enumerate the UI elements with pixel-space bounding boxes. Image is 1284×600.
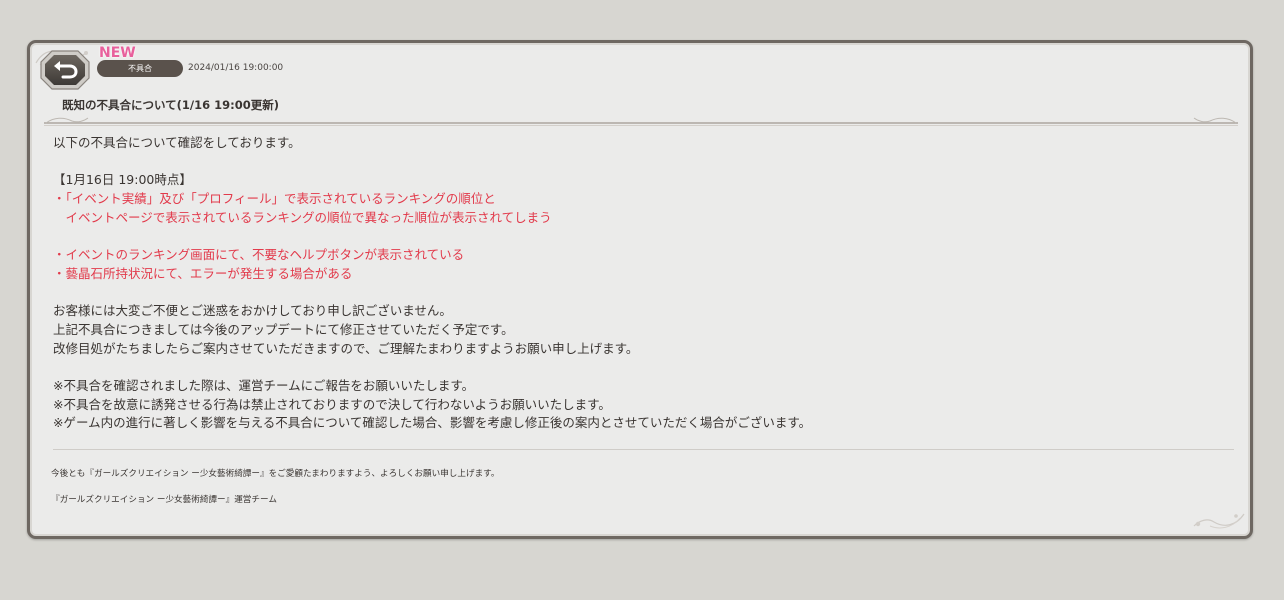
notice-body-line: ※ゲーム内の進行に著しく影響を与える不具合について確認した場合、影響を考慮し修正… [53, 415, 812, 431]
notice-body-line: 上記不具合につきましては今後のアップデートにて修正させていただく予定です。 [53, 321, 514, 337]
back-button[interactable] [39, 49, 91, 91]
notice-body-line: ※不具合を確認されました際は、運営チームにご報告をお願いいたします。 [53, 377, 475, 393]
notice-body-line: ・「イベント実績」及び「プロフィール」で表示されているランキングの順位と [53, 191, 496, 207]
back-arrow-icon [40, 50, 90, 90]
notice-body-line [53, 284, 1233, 303]
new-badge: NEW [99, 45, 136, 61]
notice-body-line [53, 153, 1233, 172]
post-timestamp: 2024/01/16 19:00:00 [188, 63, 284, 73]
corner-ornament-bottom-right [1193, 513, 1245, 529]
notice-body-line [53, 227, 1233, 246]
notice-body-line: ・藝晶石所持状況にて、エラーが発生する場合がある [53, 265, 353, 281]
footer-message: 今後とも『ガールズクリエイション ー少女藝術綺譚ー』をご愛顧たまわりますよう、よ… [51, 469, 500, 479]
notice-body-line: イベントページで表示されているランキングの順位で異なった順位が表示されてしまう [53, 209, 552, 225]
title-divider [44, 117, 1238, 126]
footer-divider [53, 449, 1234, 450]
notice-title: 既知の不具合について(1/16 19:00更新) [62, 98, 279, 112]
notice-body-line: ・イベントのランキング画面にて、不要なヘルプボタンが表示されている [53, 247, 465, 263]
notice-body-line: ※不具合を故意に誘発させる行為は禁止されておりますので決して行わないようお願いい… [53, 396, 611, 412]
notice-body-line: 改修目処がたちましたらご案内させていただきますので、ご理解たまわりますようお願い… [53, 340, 639, 356]
category-badge: 不具合 [97, 60, 183, 77]
notice-body-line: お客様には大変ご不便とご迷惑をおかけしており申し訳ございません。 [53, 303, 452, 319]
notice-body-line: 【1月16日 19:00時点】 [53, 172, 192, 188]
notice-body-line: 以下の不具合について確認をしております。 [53, 135, 301, 150]
notice-body: 以下の不具合について確認をしております。 【1月16日 19:00時点】・「イベン… [53, 134, 1233, 433]
footer-signature: 『ガールズクリエイション ー少女藝術綺譚ー』運営チーム [51, 495, 277, 505]
notice-panel: NEW 不具合 2024/01/16 19:00:00 既知の不具合について(1… [27, 40, 1253, 539]
notice-body-line [53, 358, 1233, 377]
